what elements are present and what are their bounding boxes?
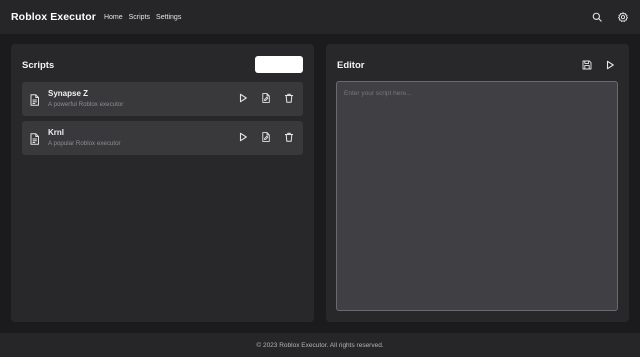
save-icon[interactable]: [581, 59, 592, 70]
file-edit-icon[interactable]: [260, 92, 271, 103]
script-name: Krnl: [48, 128, 64, 137]
play-icon[interactable]: [604, 59, 615, 70]
nav-home-link[interactable]: Home: [104, 14, 123, 21]
new-script-button[interactable]: [255, 56, 303, 73]
script-description: A popular Roblox executor: [48, 140, 121, 147]
copyright-text: © 2023 Roblox Executor. All rights reser…: [256, 341, 384, 349]
settings-icon[interactable]: [616, 10, 630, 24]
header-actions: [590, 10, 630, 24]
trash-icon[interactable]: [283, 92, 294, 103]
editor-panel-title: Editor: [337, 60, 365, 71]
nav-settings-link[interactable]: Settings: [156, 14, 181, 21]
footer: © 2023 Roblox Executor. All rights reser…: [0, 333, 640, 357]
editor-actions: [581, 59, 615, 70]
play-icon[interactable]: [237, 92, 248, 103]
file-edit-icon[interactable]: [260, 131, 271, 142]
script-item-synapse-z[interactable]: Synapse Z A powerful Roblox executor: [22, 82, 303, 116]
scripts-panel: Scripts Synapse Z A powerful Roblox exec…: [11, 44, 314, 322]
nav-scripts-link[interactable]: Scripts: [129, 14, 150, 21]
brand-title[interactable]: Roblox Executor: [11, 11, 96, 23]
nav-links: Home Scripts Settings: [104, 14, 181, 21]
editor-panel: Editor: [326, 44, 629, 322]
script-name: Synapse Z: [48, 89, 89, 98]
scripts-panel-title: Scripts: [22, 60, 55, 71]
file-text-icon: [29, 93, 40, 106]
script-actions: [237, 131, 294, 142]
search-icon[interactable]: [590, 10, 604, 24]
script-item-krnl[interactable]: Krnl A popular Roblox executor: [22, 121, 303, 155]
top-navbar: Roblox Executor Home Scripts Settings: [0, 0, 640, 34]
file-text-icon: [29, 132, 40, 145]
script-editor-textarea[interactable]: [336, 81, 618, 311]
play-icon[interactable]: [237, 131, 248, 142]
script-actions: [237, 92, 294, 103]
script-description: A powerful Roblox executor: [48, 101, 124, 108]
trash-icon[interactable]: [283, 131, 294, 142]
